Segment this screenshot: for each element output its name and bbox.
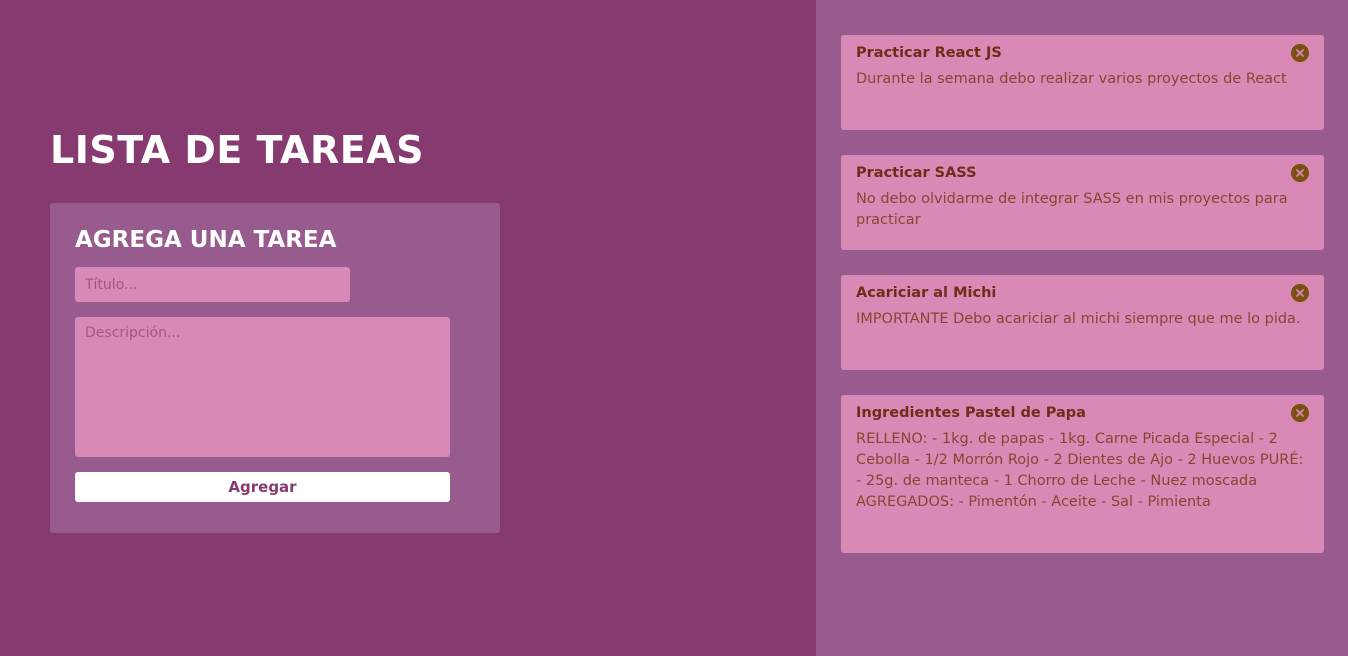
main-panel: LISTA DE TAREAS AGREGA UNA TAREA Agregar xyxy=(0,0,816,656)
page-title: LISTA DE TAREAS xyxy=(50,128,424,172)
task-title-input[interactable] xyxy=(75,267,350,302)
task-card: Practicar SASS No debo olvidarme de inte… xyxy=(841,155,1324,250)
task-title: Acariciar al Michi xyxy=(856,285,997,301)
add-task-form: AGREGA UNA TAREA Agregar xyxy=(50,203,500,533)
task-title: Practicar React JS xyxy=(856,45,1002,61)
add-task-button[interactable]: Agregar xyxy=(75,472,450,502)
task-card: Ingredientes Pastel de Papa RELLENO: - 1… xyxy=(841,395,1324,553)
close-icon[interactable] xyxy=(1291,404,1309,422)
close-icon[interactable] xyxy=(1291,164,1309,182)
task-card: Acariciar al Michi IMPORTANTE Debo acari… xyxy=(841,275,1324,370)
close-icon[interactable] xyxy=(1291,284,1309,302)
form-title: AGREGA UNA TAREA xyxy=(75,227,337,253)
task-description: RELLENO: - 1kg. de papas - 1kg. Carne Pi… xyxy=(856,431,1304,510)
task-title: Ingredientes Pastel de Papa xyxy=(856,405,1086,421)
close-icon[interactable] xyxy=(1291,44,1309,62)
task-card: Practicar React JS Durante la semana deb… xyxy=(841,35,1324,130)
task-description: No debo olvidarme de integrar SASS en mi… xyxy=(856,191,1288,228)
task-description-input[interactable] xyxy=(75,317,450,457)
task-title: Practicar SASS xyxy=(856,165,977,181)
task-description: IMPORTANTE Debo acariciar al michi siemp… xyxy=(856,311,1301,327)
task-description: Durante la semana debo realizar varios p… xyxy=(856,71,1287,87)
